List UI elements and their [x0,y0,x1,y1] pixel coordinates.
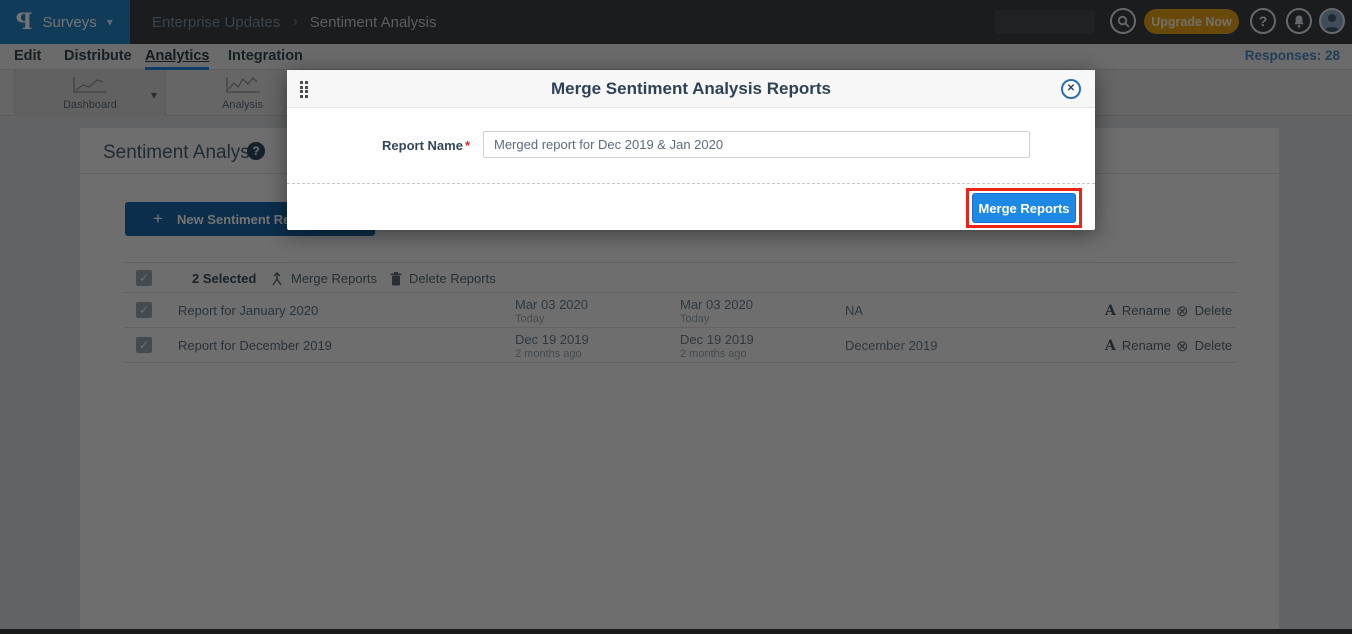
modal-header: Merge Sentiment Analysis Reports ✕ [287,70,1095,108]
dashed-divider [287,183,1095,184]
click-target-annotation: Merge Reports [966,188,1082,228]
report-name-field-row: Report Name* [287,108,1095,183]
app-window: P Surveys ▾ Enterprise Updates › Sentime… [0,0,1352,634]
close-icon[interactable]: ✕ [1061,79,1081,99]
report-name-label: Report Name* [347,138,470,153]
merge-reports-button[interactable]: Merge Reports [972,193,1076,223]
drag-handle-icon[interactable] [300,81,308,98]
required-marker: * [465,138,470,153]
report-name-input[interactable] [483,131,1030,158]
modal-title: Merge Sentiment Analysis Reports [287,70,1095,108]
merge-reports-modal: Merge Sentiment Analysis Reports ✕ Repor… [287,70,1095,230]
